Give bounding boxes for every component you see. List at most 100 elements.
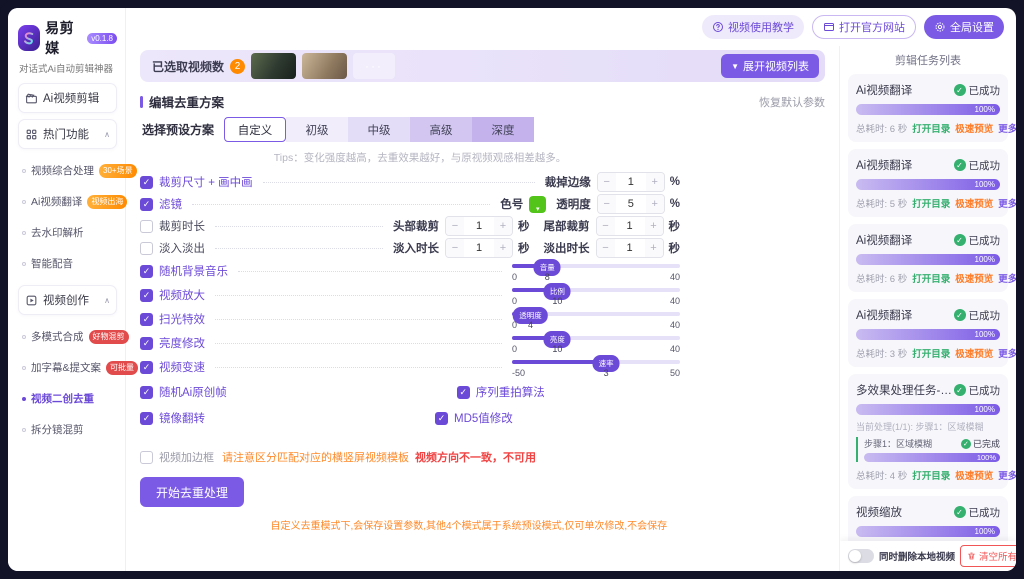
checkbox-zoom[interactable]: ✓ [140,289,153,302]
quick-preview-link[interactable]: 极速预览 [955,468,993,482]
website-button[interactable]: 打开官方网站 [812,15,916,39]
stepper-plus-button[interactable]: + [645,217,663,235]
option-row-lightsweep: ✓ 扫光特效 透明度 0440 [140,307,680,331]
footnote-text: 自定义去重模式下,会保存设置参数,其他4个模式属于系统预设模式,仅可单次修改,不… [140,517,798,532]
checkbox-bgm[interactable]: ✓ [140,265,153,278]
slider-track[interactable]: 速率 [512,360,680,364]
stepper-minus-button[interactable]: − [597,239,615,257]
open-directory-link[interactable]: 打开目录 [912,196,950,210]
quick-preview-link[interactable]: 极速预览 [955,271,993,285]
color-swatch[interactable]: ▾ [529,196,546,213]
open-directory-link[interactable]: 打开目录 [912,271,950,285]
stepper-plus-button[interactable]: + [646,173,664,191]
stepper-value[interactable]: 5 [616,198,646,210]
open-directory-link[interactable]: 打开目录 [912,468,950,482]
checkbox-ai-frame[interactable]: ✓ [140,386,153,399]
more-actions-link[interactable]: 更多操作∨ [998,196,1016,210]
checkbox-brightness[interactable]: ✓ [140,337,153,350]
option-row-speed: ✓ 视频变速 速率 -50350 [140,355,680,379]
checkbox-trim[interactable] [140,220,153,233]
quick-preview-link[interactable]: 极速预览 [955,196,993,210]
stepper-minus-button[interactable]: − [597,217,615,235]
more-videos-pill[interactable]: ··· [353,53,395,79]
checkbox-border[interactable] [140,451,153,464]
delete-local-toggle[interactable] [848,549,874,563]
option-label: MD5值修改 [454,410,513,426]
preset-tab-middle[interactable]: 中级 [348,117,410,142]
open-directory-link[interactable]: 打开目录 [912,346,950,360]
control-label: 淡入时长 [393,240,439,256]
checkbox-filter[interactable]: ✓ [140,198,153,211]
sidebar-item-label: 热门功能 [43,126,89,142]
checkbox-crop[interactable]: ✓ [140,176,153,189]
sidebar-item-ai-voice[interactable]: 智能配音 [18,248,117,279]
slider-track[interactable]: 亮度 [512,336,680,340]
tips-text: Tips：变化强度越高，去重效果越好，与原视频观感相差越多。 [140,150,700,165]
reset-defaults-link[interactable]: 恢复默认参数 [759,94,825,110]
play-square-icon [25,294,38,307]
item-badge: 视频出海 [87,195,127,209]
preset-tab-deep[interactable]: 深度 [472,117,534,142]
option-row-mirror: ✓ 镜像翻转 ✓ MD5值修改 [140,405,680,431]
preset-tab-custom[interactable]: 自定义 [224,117,286,142]
dotted-leader [215,248,383,249]
sidebar-item-multi-compose[interactable]: 多模式合成 好物混剪 [18,321,117,352]
stepper-minus-button[interactable]: − [598,173,616,191]
stepper-value[interactable]: 1 [616,176,646,188]
sidebar-item-split-mix[interactable]: 拆分镜混剪 [18,414,117,445]
stepper-plus-button[interactable]: + [494,239,512,257]
stepper-value[interactable]: 1 [615,242,645,254]
checkbox-speed[interactable]: ✓ [140,361,153,374]
sidebar-item-subtitle-copy[interactable]: 加字幕&提文案 可批量 [18,352,117,383]
video-thumbnail [302,53,347,79]
dotted-leader [263,182,535,183]
checkbox-md5[interactable]: ✓ [435,412,448,425]
quick-preview-link[interactable]: 极速预览 [955,346,993,360]
quick-preview-link[interactable]: 极速预览 [955,121,993,135]
checkbox-lightsweep[interactable]: ✓ [140,313,153,326]
option-label: 序列重拍算法 [476,384,545,400]
sidebar-item-ai-translate[interactable]: Ai视频翻译 视频出海 [18,186,117,217]
sidebar-item-dedup[interactable]: 视频二创去重 [18,383,117,414]
slider-track[interactable]: 音量 [512,264,680,268]
filter-opacity-stepper: − 5 + [597,194,665,214]
more-actions-link[interactable]: 更多操作∨ [998,271,1016,285]
checkbox-mirror[interactable]: ✓ [140,412,153,425]
sidebar-item-hot[interactable]: 热门功能 ∧ [18,119,117,149]
open-directory-link[interactable]: 打开目录 [912,121,950,135]
stepper-value[interactable]: 1 [464,242,494,254]
stepper-minus-button[interactable]: − [446,217,464,235]
more-actions-link[interactable]: 更多操作∨ [998,121,1016,135]
sidebar-item-ai-edit[interactable]: Ai视频剪辑 [18,83,117,113]
clear-all-tasks-button[interactable]: 清空所有任务 [960,545,1016,567]
task-card: Ai视频翻译 ✓已成功 100% 总耗时: 6 秒 打开目录 极速预览 更多操作… [848,224,1008,292]
more-actions-link[interactable]: 更多操作∨ [998,346,1016,360]
sidebar-item-video-process[interactable]: 视频综合处理 30+场景 [18,155,117,186]
triangle-down-icon: ▼ [731,62,739,71]
settings-button[interactable]: 全局设置 [924,15,1004,39]
checkbox-sequence[interactable]: ✓ [457,386,470,399]
start-dedup-button[interactable]: 开始去重处理 [140,477,244,507]
more-actions-link[interactable]: 更多操作∨ [998,468,1016,482]
task-progress-bar: 100% [856,104,1000,115]
slider-track[interactable]: 透明度 [512,312,680,316]
expand-video-list-button[interactable]: ▼ 展开视频列表 [721,54,819,78]
preset-tab-advanced[interactable]: 高级 [410,117,472,142]
stepper-value[interactable]: 1 [464,220,494,232]
gear-icon [934,21,946,33]
stepper-minus-button[interactable]: − [598,195,616,213]
unit-label: 秒 [518,240,530,256]
sidebar-item-create[interactable]: 视频创作 ∧ [18,285,117,315]
stepper-value[interactable]: 1 [615,220,645,232]
option-row-trim: 裁剪时长 头部裁剪 − 1 + 秒 尾部裁剪 − [140,215,680,237]
tutorial-button[interactable]: 视频使用教学 [702,15,804,39]
stepper-minus-button[interactable]: − [446,239,464,257]
sidebar-item-watermark[interactable]: 去水印解析 [18,217,117,248]
preset-tab-beginner[interactable]: 初级 [286,117,348,142]
stepper-plus-button[interactable]: + [646,195,664,213]
stepper-plus-button[interactable]: + [645,239,663,257]
stepper-plus-button[interactable]: + [494,217,512,235]
option-label: 随机Ai原创帧 [159,384,227,400]
checkbox-fade[interactable] [140,242,153,255]
slider-track[interactable]: 比例 [512,288,680,292]
